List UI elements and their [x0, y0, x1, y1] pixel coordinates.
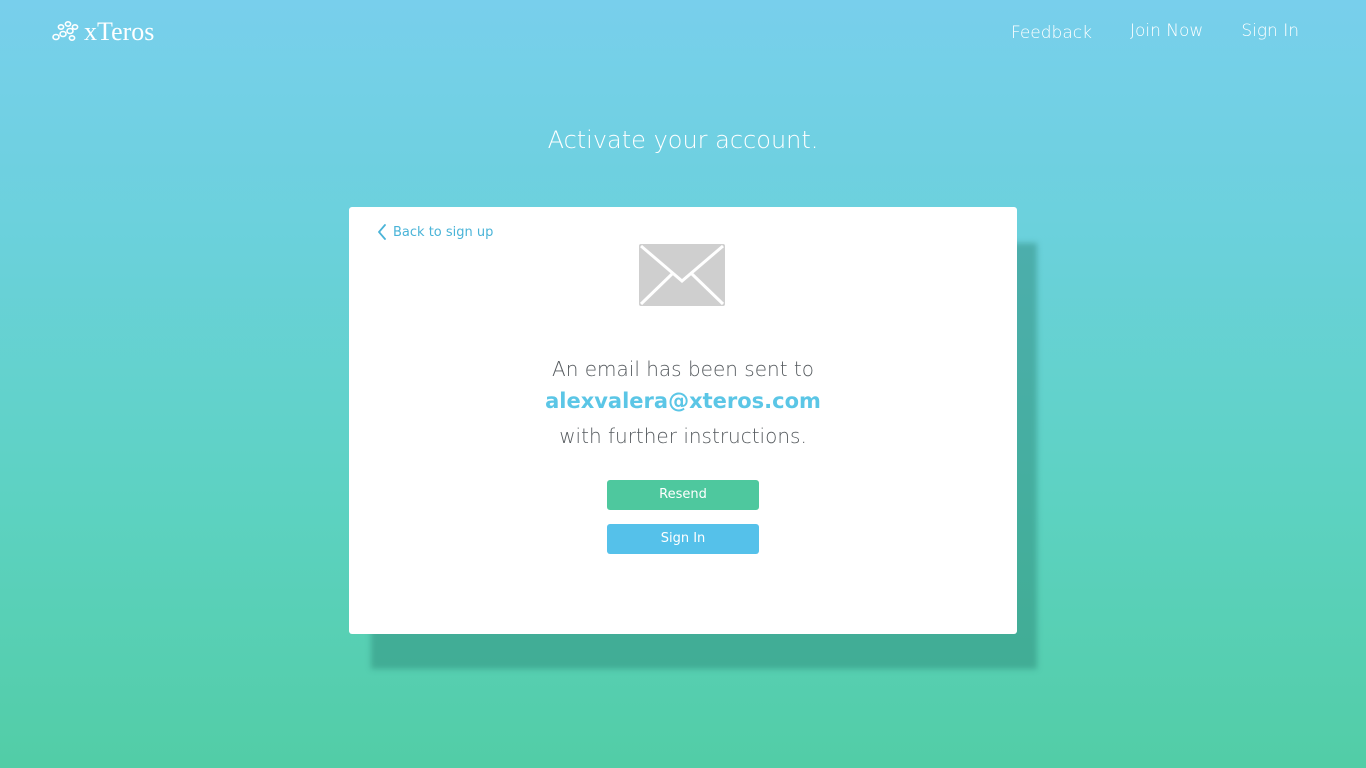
back-to-signup-link[interactable]: Back to sign up: [377, 223, 493, 241]
logo-text: xTeros: [84, 17, 155, 46]
message-line-1: An email has been sent to: [552, 357, 814, 381]
page-title: Activate your account.: [547, 126, 819, 154]
nav-join-now-link[interactable]: Join Now: [1130, 18, 1203, 46]
chevron-left-icon: [378, 224, 386, 240]
top-nav: Feedback Join Now Sign In: [1011, 18, 1299, 46]
logo[interactable]: xTeros: [50, 16, 154, 48]
envelope-icon: [639, 244, 725, 306]
logo-icon: [52, 20, 79, 41]
activation-card: Back to sign up An email has been sent t…: [349, 207, 1017, 634]
email-address: alexvalera@xteros.com: [545, 389, 821, 413]
resend-button[interactable]: Resend: [607, 480, 759, 510]
sign-in-button[interactable]: Sign In: [607, 524, 759, 554]
nav-sign-in-link[interactable]: Sign In: [1241, 18, 1299, 46]
back-link-label: Back to sign up: [393, 224, 494, 240]
message-line-3: with further instructions.: [559, 424, 807, 448]
nav-feedback-link[interactable]: Feedback: [1011, 20, 1092, 46]
